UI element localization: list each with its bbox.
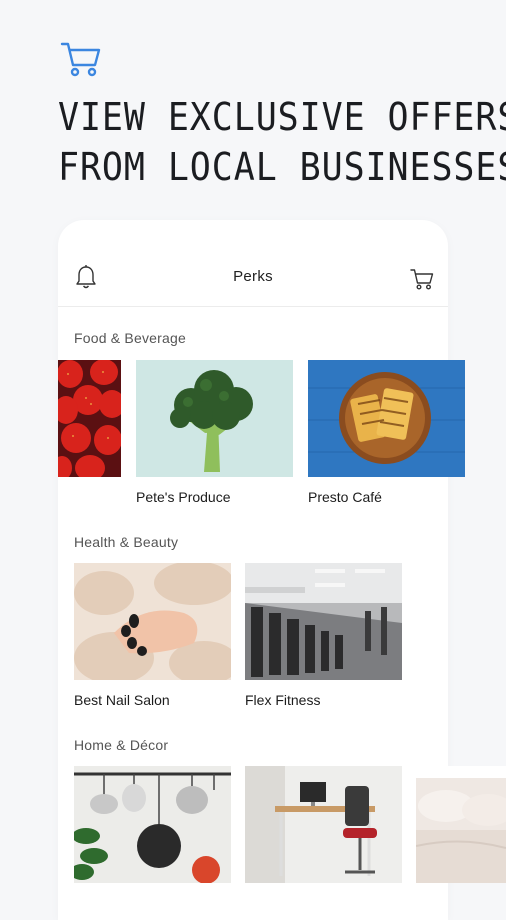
gym-equipment-image: [245, 563, 402, 680]
offer-card-petes-produce[interactable]: Pete's Produce: [136, 360, 293, 505]
cart-icon[interactable]: [410, 267, 434, 291]
offer-card-best-nail-salon[interactable]: Best Nail Salon: [74, 563, 231, 708]
header-divider: [58, 306, 448, 307]
strawberries-image: [58, 360, 121, 477]
shopping-cart-icon: [60, 42, 101, 77]
section-title-home-decor: Home & Décor: [74, 737, 169, 753]
manicure-image: [74, 563, 231, 680]
offer-card-strawberries[interactable]: [58, 360, 121, 477]
offer-name: Presto Café: [308, 489, 382, 505]
offer-card-flex-fitness[interactable]: Flex Fitness: [245, 563, 402, 708]
section-title-food-beverage: Food & Beverage: [74, 330, 186, 346]
offer-name: Flex Fitness: [245, 692, 321, 708]
offer-card-bedroom[interactable]: [416, 766, 506, 883]
section-title-health-beauty: Health & Beauty: [74, 534, 179, 550]
app-header: Perks: [58, 250, 448, 306]
grilled-sandwich-image: [308, 360, 465, 477]
offer-card-home-office[interactable]: [245, 766, 402, 883]
headline-line-1: VIEW EXCLUSIVE OFFERS: [58, 95, 506, 139]
bedroom-image: [416, 766, 506, 883]
home-office-image: [245, 766, 402, 883]
hanging-pots-image: [74, 766, 231, 883]
broccoli-image: [136, 360, 293, 477]
app-title: Perks: [233, 268, 273, 285]
headline-line-2: FROM LOCAL BUSINESSES: [58, 145, 506, 189]
offer-card-presto-cafe[interactable]: Presto Café: [308, 360, 465, 505]
hero-headline: VIEW EXCLUSIVE OFFERS FROM LOCAL BUSINES…: [58, 92, 506, 192]
offer-name: Best Nail Salon: [74, 692, 170, 708]
offer-card-hanging-pots[interactable]: [74, 766, 231, 883]
offer-name: Pete's Produce: [136, 489, 231, 505]
